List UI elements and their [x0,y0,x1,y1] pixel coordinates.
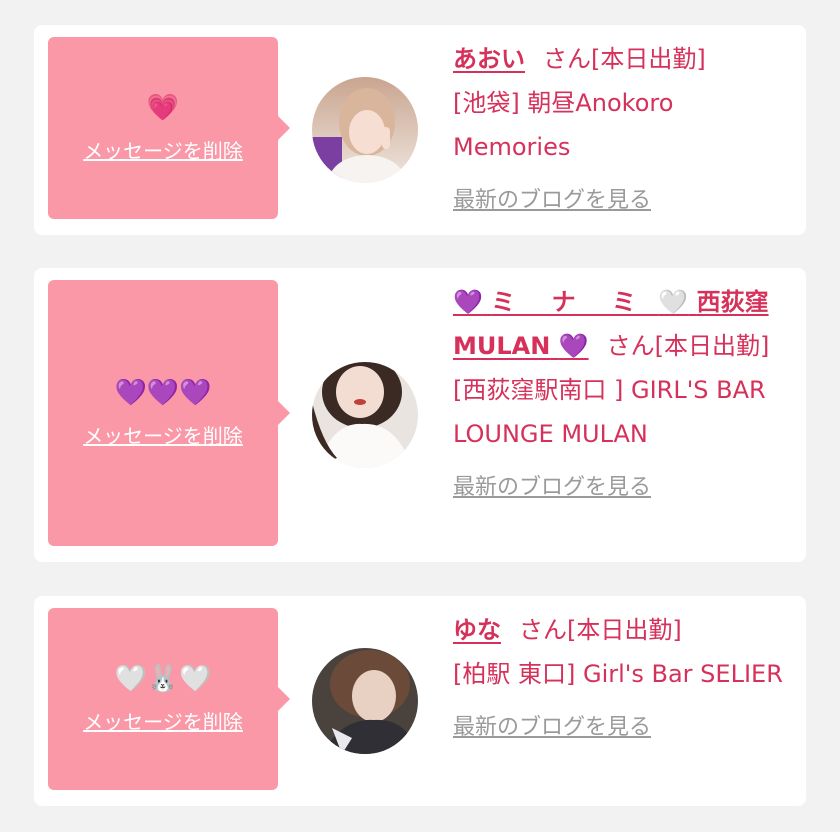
cast-name-line: 💜 ミ ナ ミ 🤍 西荻窪 MULAN 💜 さん[本日出勤] [453,280,793,368]
status-label: [本日出勤] [567,616,682,644]
message-bubble: 💗 メッセージを削除 [48,37,290,219]
message-bubble: 🤍🐰🤍 メッセージを削除 [48,608,290,790]
cast-name-link[interactable]: ゆな [453,616,501,644]
message-card-2: 💜💜💜 メッセージを削除 💜 ミ ナ ミ 🤍 西荻窪 MULAN 💜 さん[本日出… [34,268,806,562]
shop-name: [西荻窪駅南口 ] GIRL'S BAR LOUNGE MULAN [453,376,766,448]
purple-heart-icon: 💜 [558,332,589,360]
avatar[interactable] [312,648,418,754]
latest-blog-link[interactable]: 最新のブログを見る [453,179,651,223]
san-label: さん [543,45,591,73]
delete-message-link[interactable]: メッセージを削除 [83,135,243,164]
cast-info: 💜 ミ ナ ミ 🤍 西荻窪 MULAN 💜 さん[本日出勤] [西荻窪駅南口 ] … [453,280,793,510]
latest-blog-link[interactable]: 最新のブログを見る [453,466,651,510]
cast-info: あおい さん[本日出勤] [池袋] 朝昼Anokoro Memories 最新のブ… [453,37,793,223]
status-label: [本日出勤] [654,332,770,360]
shop-name: [池袋] 朝昼Anokoro Memories [453,89,674,161]
message-heart-icons: 💗 [146,92,180,123]
status-label: [本日出勤] [591,45,706,73]
message-heart-icons: 💜💜💜 [114,377,212,408]
message-heart-rabbit-icons: 🤍🐰🤍 [114,663,212,694]
avatar[interactable] [312,362,418,468]
san-label: さん [606,332,655,360]
purple-heart-icon: 💜 [453,288,483,316]
avatar[interactable] [312,77,418,183]
message-card-3: 🤍🐰🤍 メッセージを削除 ゆな さん[本日出勤] [柏駅 東口] Girl's B… [34,596,806,806]
cast-name-line: あおい さん[本日出勤] [453,37,793,81]
cast-info: ゆな さん[本日出勤] [柏駅 東口] Girl's Bar SELIER 最新の… [453,608,793,750]
white-heart-icon: 🤍 [658,288,689,316]
cast-name-link[interactable]: あおい [453,45,525,73]
latest-blog-link[interactable]: 最新のブログを見る [453,706,651,750]
message-bubble: 💜💜💜 メッセージを削除 [48,280,290,546]
san-label: さん [519,616,567,644]
delete-message-link[interactable]: メッセージを削除 [83,706,243,735]
shop-name: [柏駅 東口] Girl's Bar SELIER [453,660,783,688]
delete-message-link[interactable]: メッセージを削除 [83,420,243,449]
cast-name-line: ゆな さん[本日出勤] [453,608,793,652]
cast-name-text: ミ ナ ミ [491,288,650,316]
message-card-1: 💗 メッセージを削除 あおい さん[本日出勤] [池袋] 朝昼Anokoro Me… [34,25,806,235]
